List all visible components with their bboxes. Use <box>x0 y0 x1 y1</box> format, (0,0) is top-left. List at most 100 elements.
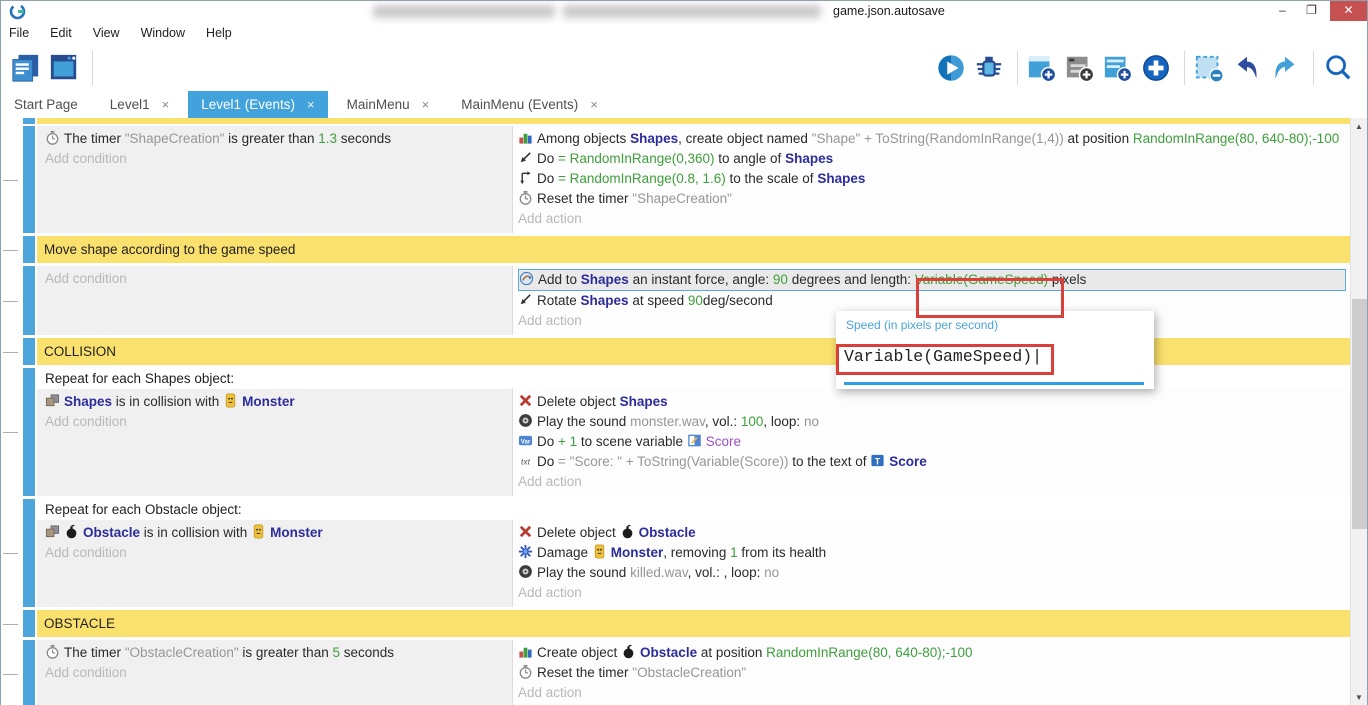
comment-row[interactable]: COLLISION <box>37 338 1352 365</box>
add-action-button[interactable]: Add action <box>518 209 1346 229</box>
monster-icon <box>251 524 266 539</box>
scroll-down-icon[interactable]: ▼ <box>1351 689 1367 705</box>
add-condition-button[interactable]: Add condition <box>45 412 506 432</box>
segment-text: Reset the timer <box>537 191 632 206</box>
action-row[interactable]: Play the sound killed.wav, vol.: , loop:… <box>518 563 1346 583</box>
segment-text: Do <box>537 434 558 449</box>
toolbar-separator <box>1313 51 1314 85</box>
minimize-button[interactable]: – <box>1268 1 1297 21</box>
condition-row[interactable]: Shapes is in collision with Monster <box>45 392 506 412</box>
add-condition-button[interactable]: Add condition <box>45 269 506 289</box>
tab-mainmenu-events-[interactable]: MainMenu (Events) × <box>448 91 611 118</box>
text-object-icon: T <box>870 453 885 468</box>
annotation-box <box>836 344 1054 375</box>
scale-arrow-icon <box>518 170 533 185</box>
add-condition-button[interactable]: Add condition <box>45 149 506 169</box>
timer-icon <box>518 190 533 205</box>
scene-editor-icon[interactable] <box>47 51 80 84</box>
comment-row[interactable]: OBSTACLE <box>37 610 1352 637</box>
segment-text: at position <box>697 645 766 660</box>
segment-text: Delete object <box>537 394 620 409</box>
menu-item-view[interactable]: View <box>93 26 120 40</box>
segment-g: 90 <box>688 293 703 308</box>
undo-icon[interactable] <box>1230 51 1263 84</box>
action-row[interactable]: Damage Monster, removing 1 from its heal… <box>518 543 1346 563</box>
add-action-button[interactable]: Add action <box>518 683 1346 703</box>
blurred-text <box>373 5 555 18</box>
add-condition-button[interactable]: Add condition <box>45 543 506 563</box>
tab-close-icon[interactable]: × <box>590 97 598 112</box>
segment-obj: Shapes <box>620 394 668 409</box>
action-row[interactable]: Create object Obstacle at position Rando… <box>518 643 1346 663</box>
add-action-button[interactable]: Add action <box>518 472 1346 492</box>
text-action-icon: txt <box>518 453 533 468</box>
tab-close-icon[interactable]: × <box>307 97 315 112</box>
tab-mainmenu[interactable]: MainMenu× <box>334 91 443 118</box>
tab-label: Start Page <box>14 97 78 112</box>
debug-icon[interactable] <box>972 51 1005 84</box>
segment-text: at speed <box>629 293 688 308</box>
action-row[interactable]: Delete object Obstacle <box>518 523 1346 543</box>
menu-item-file[interactable]: File <box>9 26 29 40</box>
tab-start-page[interactable]: Start Page <box>1 91 91 118</box>
action-row[interactable]: Reset the timer "ShapeCreation" <box>518 189 1346 209</box>
add-action-button[interactable]: Add action <box>518 583 1346 603</box>
condition-row[interactable]: The timer "ObstacleCreation" is greater … <box>45 643 506 663</box>
action-row[interactable]: Reset the timer "ObstacleCreation" <box>518 663 1346 683</box>
action-row[interactable]: Play the sound monster.wav, vol.: 100, l… <box>518 412 1346 432</box>
comment-row[interactable]: Move shape according to the game speed <box>37 236 1352 263</box>
conditions-column: Add condition <box>37 266 513 335</box>
action-row[interactable]: Delete object Shapes <box>518 392 1346 412</box>
for-each-header[interactable]: Repeat for each Shapes object: <box>37 368 1352 389</box>
delete-event-icon[interactable] <box>1192 51 1225 84</box>
action-row[interactable]: Do = RandomInRange(0.8, 1.6) to the scal… <box>518 169 1346 189</box>
segment-text: seconds <box>340 645 394 660</box>
menu-item-help[interactable]: Help <box>206 26 232 40</box>
action-row[interactable]: Do = RandomInRange(0,360) to angle of Sh… <box>518 149 1346 169</box>
segment-text: Create object <box>537 645 621 660</box>
scrollbar-thumb[interactable] <box>1352 299 1367 529</box>
add-event-icon[interactable] <box>1025 51 1058 84</box>
toolbar-separator <box>92 51 93 85</box>
event-fold-tick <box>3 674 18 675</box>
action-row[interactable]: VarDo + 1 to scene variable Score <box>518 432 1346 452</box>
segment-q: "ObstacleCreation" <box>125 645 239 660</box>
condition-row[interactable]: Obstacle is in collision with Monster <box>45 523 506 543</box>
monster-icon <box>223 393 238 408</box>
add-subevent-icon[interactable] <box>1063 51 1096 84</box>
play-icon[interactable] <box>934 51 967 84</box>
tab-level1-events-[interactable]: Level1 (Events)× <box>188 91 327 118</box>
scene-variable-icon <box>687 433 702 448</box>
tab-label: MainMenu (Events) <box>461 97 578 112</box>
tab-level1[interactable]: Level1× <box>97 91 182 118</box>
add-circle-icon[interactable] <box>1139 51 1172 84</box>
redo-icon[interactable] <box>1268 51 1301 84</box>
action-row[interactable]: Among objects Shapes, create object name… <box>518 129 1346 149</box>
menu-item-window[interactable]: Window <box>141 26 185 40</box>
menu-item-edit[interactable]: Edit <box>50 26 72 40</box>
action-row[interactable]: txtDo = "Score: " + ToString(Variable(Sc… <box>518 452 1346 472</box>
tab-close-icon[interactable]: × <box>422 97 430 112</box>
input-underline <box>844 382 1144 385</box>
project-manager-icon[interactable] <box>9 51 42 84</box>
segment-g: 100 <box>741 414 764 429</box>
add-condition-button[interactable]: Add condition <box>45 663 506 683</box>
tab-close-icon[interactable]: × <box>162 97 170 112</box>
for-each-header[interactable]: Repeat for each Obstacle object: <box>37 499 1352 520</box>
scroll-up-icon[interactable]: ▲ <box>1351 118 1367 135</box>
obstacle-icon <box>621 644 636 659</box>
search-icon[interactable] <box>1321 51 1354 84</box>
conditions-column: The timer "ObstacleCreation" is greater … <box>37 640 513 705</box>
event-highlight-bar <box>23 118 35 124</box>
event-block: Repeat for each Obstacle object: Obstacle… <box>23 499 1352 607</box>
condition-row[interactable]: The timer "ShapeCreation" is greater tha… <box>45 129 506 149</box>
timer-icon <box>45 644 60 659</box>
segment-text: , create object named <box>678 131 812 146</box>
maximize-button[interactable]: ❐ <box>1297 1 1326 21</box>
close-button[interactable]: ✕ <box>1330 1 1367 21</box>
create-object-icon <box>518 644 533 659</box>
monster-icon <box>592 544 607 559</box>
timer-icon <box>518 664 533 679</box>
vertical-scrollbar: ▲ ▼ <box>1350 118 1367 705</box>
add-comment-icon[interactable] <box>1101 51 1134 84</box>
